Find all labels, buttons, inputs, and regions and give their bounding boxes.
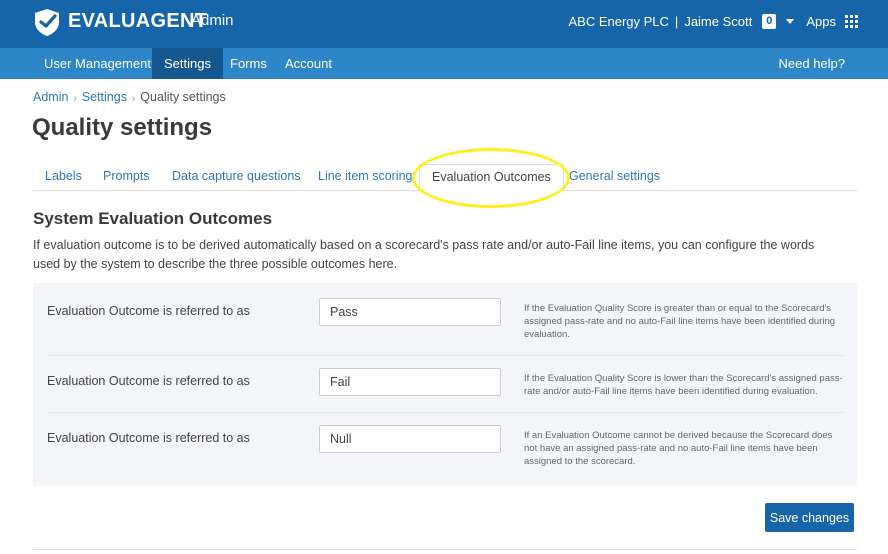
nav-settings[interactable]: Settings: [152, 48, 223, 79]
chevron-right-icon: ›: [73, 93, 77, 104]
outcomes-panel: Evaluation Outcome is referred to as If …: [33, 283, 857, 486]
tab-labels[interactable]: Labels: [33, 164, 94, 191]
apps-grid-icon[interactable]: [845, 15, 858, 28]
outcome-help-text: If an Evaluation Outcome cannot be deriv…: [524, 430, 833, 467]
outcome-label: Evaluation Outcome is referred to as: [47, 304, 250, 318]
notification-badge[interactable]: 0: [762, 14, 777, 29]
footer-divider: [33, 549, 857, 550]
chevron-right-icon: ›: [131, 93, 136, 104]
top-header: EVALUAGENT Admin ABC Energy PLC | Jaime …: [0, 0, 888, 48]
breadcrumb-admin[interactable]: Admin: [33, 90, 68, 104]
breadcrumb-settings[interactable]: Settings: [82, 90, 127, 104]
row-divider: [47, 412, 843, 413]
section-title: System Evaluation Outcomes: [33, 209, 273, 228]
nav-forms[interactable]: Forms: [218, 48, 279, 79]
outcome-null-input[interactable]: [319, 425, 501, 453]
settings-tabs: Labels Prompts Data capture questions Li…: [33, 164, 857, 192]
outcome-label: Evaluation Outcome is referred to as: [47, 431, 250, 445]
breadcrumb: Admin › Settings › Quality settings: [33, 90, 226, 104]
shield-logo-icon[interactable]: [32, 7, 62, 37]
brand-name[interactable]: EVALUAGENT: [68, 10, 207, 33]
tab-line-item-scoring[interactable]: Line item scoring: [306, 164, 425, 191]
outcome-help-text: If the Evaluation Quality Score is lower…: [524, 373, 843, 397]
user-menu: ABC Energy PLC | Jaime Scott 0 Apps: [568, 14, 858, 29]
outcome-pass-input[interactable]: [319, 298, 501, 326]
company-name[interactable]: ABC Energy PLC: [568, 14, 668, 29]
user-name[interactable]: Jaime Scott: [684, 14, 752, 29]
need-help-link[interactable]: Need help?: [779, 48, 846, 79]
row-divider: [47, 355, 843, 356]
apps-link[interactable]: Apps: [806, 14, 836, 29]
tab-evaluation-outcomes[interactable]: Evaluation Outcomes: [419, 164, 564, 192]
outcome-help-text: If the Evaluation Quality Score is great…: [524, 303, 836, 340]
save-changes-button[interactable]: Save changes: [765, 503, 854, 532]
outcome-fail-input[interactable]: [319, 368, 501, 396]
section-description: If evaluation outcome is to be derived a…: [33, 238, 815, 271]
brand-subtitle: Admin: [191, 12, 234, 29]
nav-user-management[interactable]: User Management: [32, 48, 163, 79]
header-separator: |: [674, 14, 679, 29]
main-nav: User Management Settings Forms Account N…: [0, 48, 888, 79]
page-title: Quality settings: [32, 114, 213, 141]
tab-general-settings[interactable]: General settings: [557, 164, 672, 191]
tab-data-capture-questions[interactable]: Data capture questions: [160, 164, 313, 191]
nav-account[interactable]: Account: [273, 48, 344, 79]
caret-down-icon[interactable]: [786, 19, 795, 24]
tab-prompts[interactable]: Prompts: [91, 164, 162, 191]
outcome-label: Evaluation Outcome is referred to as: [47, 374, 250, 388]
breadcrumb-current: Quality settings: [140, 90, 226, 104]
